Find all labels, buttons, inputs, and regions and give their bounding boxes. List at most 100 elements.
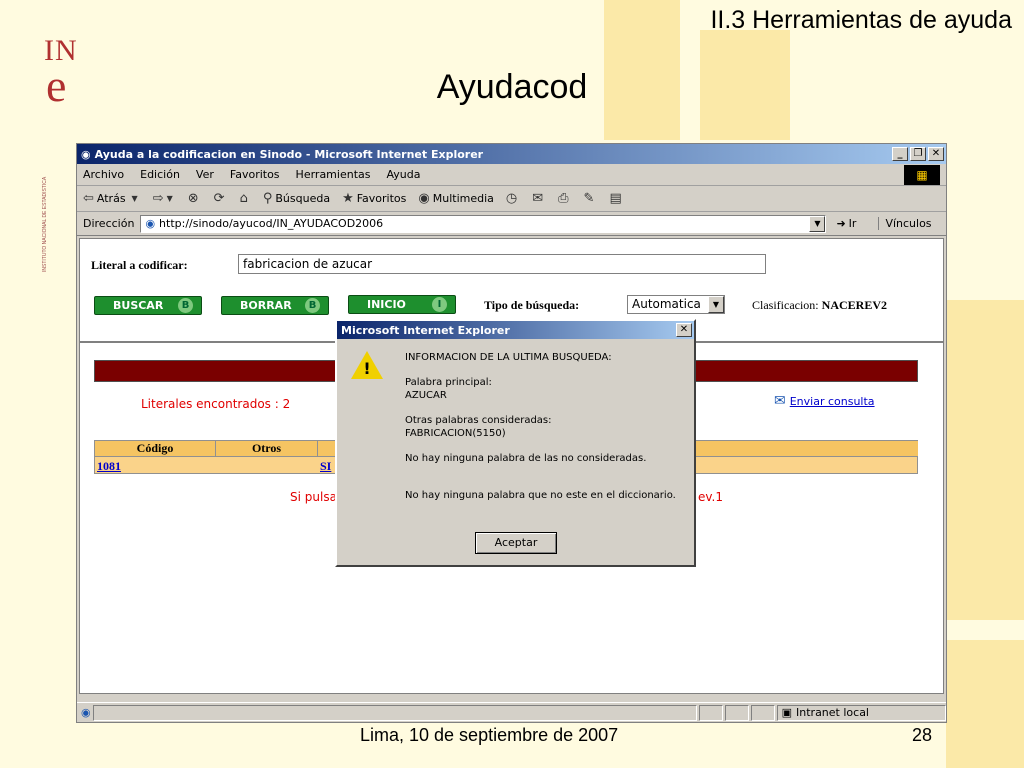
zone-label: Intranet local — [796, 706, 869, 719]
dialog-heading: INFORMACION DE LA ULTIMA BUSQUEDA: — [405, 352, 612, 363]
mail-icon: ✉ — [532, 191, 544, 206]
discuss-button[interactable]: ▤ — [609, 191, 624, 206]
search-type-label: Tipo de búsqueda: — [484, 298, 580, 312]
watermark-shape — [946, 640, 1024, 768]
other-words-label: Otras palabras consideradas: — [405, 415, 552, 426]
refresh-button[interactable]: ⟳ — [214, 191, 228, 206]
multimedia-icon: ◉ — [418, 191, 430, 206]
search-type-select[interactable]: Automatica ▼ — [627, 295, 725, 314]
classification-label: Clasificacion: — [752, 298, 819, 312]
windows-logo-icon: ▦ — [904, 165, 940, 185]
security-zone: ▣ Intranet local — [776, 704, 946, 721]
column-header-otros: Otros — [216, 441, 318, 457]
dropdown-icon: ▼ — [166, 194, 173, 203]
status-bar: ◉ ▣ Intranet local — [77, 702, 946, 722]
edit-button[interactable]: ✎ — [584, 191, 598, 206]
search-button[interactable]: ⚲ Búsqueda — [263, 191, 330, 206]
buscar-label: BUSCAR — [113, 299, 164, 312]
page-icon: ◉ — [145, 217, 156, 230]
menu-herramientas[interactable]: Herramientas — [296, 168, 371, 181]
borrar-label: BORRAR — [240, 299, 292, 312]
go-button[interactable]: ➜ Ir — [836, 217, 856, 230]
forward-arrow-icon: ⇨ — [152, 191, 164, 206]
address-bar: Dirección ◉ http://sinodo/ayucod/IN_AYUD… — [77, 212, 946, 236]
buscar-shortcut-icon: B — [178, 298, 193, 313]
logo-tagline: INSTITUTO NACIONAL DE ESTADISTICA — [42, 176, 48, 272]
send-query-label: Enviar consulta — [789, 394, 875, 408]
main-word-label: Palabra principal: — [405, 377, 492, 388]
section-title: II.3 Herramientas de ayuda — [710, 6, 1012, 34]
inicio-shortcut-icon: I — [432, 297, 447, 312]
results-count: Literales encontrados : 2 — [141, 397, 291, 411]
edit-icon: ✎ — [583, 191, 595, 206]
forward-button[interactable]: ⇨ ▼ — [153, 191, 176, 206]
status-cell — [724, 704, 749, 721]
other-words: FABRICACION(5150) — [405, 428, 506, 439]
favorites-icon: ★ — [342, 191, 354, 206]
window-title: Ayuda a la codificacion en Sinodo - Micr… — [94, 147, 484, 161]
address-dropdown-icon[interactable]: ▼ — [809, 215, 826, 232]
multimedia-label: Multimedia — [432, 192, 494, 205]
no-dictionary-text: No hay ninguna palabra que no este en el… — [405, 490, 676, 501]
otros-link[interactable]: SI — [320, 459, 331, 473]
search-type-value: Automatica — [632, 297, 701, 311]
multimedia-button[interactable]: ◉ Multimedia — [418, 191, 494, 206]
slide-title: Ayudacod — [436, 68, 588, 106]
borrar-shortcut-icon: B — [305, 298, 320, 313]
address-input[interactable]: ◉ http://sinodo/ayucod/IN_AYUDACOD2006 ▼ — [140, 214, 827, 233]
menu-ayuda[interactable]: Ayuda — [386, 168, 420, 181]
send-query-link[interactable]: ✉ Enviar consulta — [774, 393, 875, 409]
back-label: Atrás — [96, 192, 126, 205]
home-icon: ⌂ — [239, 191, 248, 206]
menu-favoritos[interactable]: Favoritos — [230, 168, 280, 181]
favorites-label: Favoritos — [356, 192, 407, 205]
print-button[interactable]: ⎙ — [558, 191, 571, 206]
hint-text-left: Si pulsa — [290, 490, 337, 504]
close-icon[interactable]: ✕ — [928, 147, 944, 161]
stop-button[interactable]: ⊗ — [188, 191, 202, 206]
dialog-close-icon[interactable]: ✕ — [676, 323, 692, 337]
status-cell — [750, 704, 775, 721]
history-button[interactable]: ◷ — [506, 191, 520, 206]
mail-button[interactable]: ✉ — [532, 191, 546, 206]
restore-icon[interactable]: ❐ — [910, 147, 926, 161]
go-label: Ir — [848, 217, 857, 230]
borrar-button[interactable]: BORRAR B — [221, 296, 329, 315]
back-arrow-icon: ⇦ — [83, 191, 94, 206]
dialog-titlebar: Microsoft Internet Explorer ✕ — [337, 321, 694, 339]
ok-button[interactable]: Aceptar — [475, 532, 557, 554]
main-word: AZUCAR — [405, 390, 447, 401]
classification: Clasificacion: NACEREV2 — [752, 298, 887, 313]
watermark-shape — [946, 300, 1024, 620]
minimize-icon[interactable]: _ — [892, 147, 908, 161]
menu-edicion[interactable]: Edición — [140, 168, 180, 181]
classification-value: NACEREV2 — [821, 298, 887, 312]
literal-input[interactable]: fabricacion de azucar — [238, 254, 766, 274]
buscar-button[interactable]: BUSCAR B — [94, 296, 202, 315]
window-titlebar: ◉ Ayuda a la codificacion en Sinodo - Mi… — [77, 144, 946, 164]
back-button[interactable]: ⇦ Atrás ▼ — [83, 191, 141, 206]
ie-icon: ◉ — [81, 147, 91, 161]
search-icon: ⚲ — [262, 191, 273, 206]
no-unconsidered-text: No hay ninguna palabra de las no conside… — [405, 453, 647, 464]
menu-archivo[interactable]: Archivo — [83, 168, 124, 181]
alert-dialog: Microsoft Internet Explorer ✕ ! INFORMAC… — [335, 319, 696, 567]
code-link[interactable]: 1081 — [97, 459, 121, 473]
envelope-icon: ✉ — [774, 393, 786, 409]
chevron-down-icon: ▼ — [708, 296, 724, 313]
refresh-icon: ⟳ — [213, 191, 225, 206]
favorites-button[interactable]: ★ Favoritos — [342, 191, 406, 206]
literal-label: Literal a codificar: — [91, 258, 188, 272]
links-button[interactable]: Vínculos — [878, 217, 932, 230]
toolbar: ⇦ Atrás ▼ ⇨ ▼ ⊗ ⟳ ⌂ ⚲ Búsqueda ★ Favoritos ◉ M… — [77, 186, 946, 212]
menu-bar: Archivo Edición Ver Favoritos Herramient… — [77, 164, 946, 186]
home-button[interactable]: ⌂ — [240, 191, 251, 206]
go-arrow-icon: ➜ — [836, 217, 846, 230]
page-status-icon: ◉ — [81, 706, 91, 719]
footer-date: Lima, 10 de septiembre de 2007 — [360, 725, 619, 745]
status-main — [92, 704, 697, 721]
hint-text-right: ev.1 — [698, 490, 724, 504]
inicio-button[interactable]: INICIO I — [348, 295, 456, 314]
menu-ver[interactable]: Ver — [196, 168, 214, 181]
dialog-title: Microsoft Internet Explorer — [341, 323, 510, 337]
